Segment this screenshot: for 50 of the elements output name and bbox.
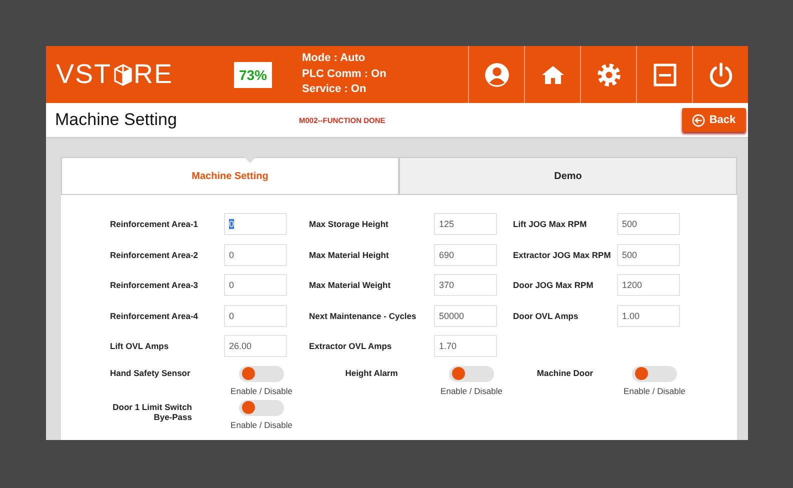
input-field[interactable]: 0 — [224, 274, 287, 296]
field-label: Door JOG Max RPM — [513, 280, 594, 290]
toggle-caption: Enable / Disable — [624, 386, 686, 396]
input-field[interactable]: 1200 — [617, 274, 680, 296]
field-label: Reinforcement Area-2 — [110, 250, 200, 260]
input-field[interactable]: 0 — [224, 244, 287, 266]
input-field[interactable]: 1.00 — [617, 304, 680, 327]
toggle-caption: Enable / Disable — [440, 386, 502, 396]
input-field[interactable]: 125 — [434, 213, 497, 236]
toggle-caption: Enable / Disable — [230, 420, 292, 430]
field-label: Max Material Weight — [309, 280, 392, 290]
field-label: Lift OVL Amps — [110, 341, 170, 352]
field-label: Door OVL Amps — [513, 310, 580, 321]
field-label: Next Maintenance - Cycles — [309, 310, 418, 321]
input-field[interactable]: 0 — [224, 304, 287, 327]
status-line: PLC Comm : On — [302, 66, 386, 82]
input-field[interactable]: 26.00 — [224, 335, 287, 358]
battery-level: 73% — [234, 62, 272, 88]
status-line: Service : On — [302, 82, 368, 98]
input-field[interactable]: 370 — [434, 274, 497, 296]
field-label: Reinforcement Area-4 — [110, 310, 200, 321]
field-label: Reinforcement Area-1 — [110, 219, 200, 230]
input-field[interactable]: 500 — [617, 213, 680, 236]
toggle-switch[interactable] — [239, 366, 284, 382]
input-field[interactable]: 500 — [617, 244, 680, 266]
toggle-switch[interactable] — [632, 366, 677, 382]
toggle-label: Machine Door — [536, 368, 594, 380]
toggle-switch[interactable] — [449, 366, 494, 382]
tab[interactable]: Machine Setting — [61, 157, 399, 195]
field-label: Max Storage Height — [309, 219, 390, 230]
field-label: Extractor OVL Amps — [309, 341, 393, 352]
toggle-caption: Enable / Disable — [230, 386, 292, 396]
input-field[interactable]: 690 — [434, 244, 497, 266]
field-label: Lift JOG Max RPM — [513, 219, 588, 230]
status-line: Mode : Auto — [302, 51, 366, 66]
toggle-label: Hand Safety Sensor — [110, 368, 190, 380]
field-label: Reinforcement Area-3 — [110, 280, 200, 290]
toggle-label: Height Alarm — [345, 368, 398, 380]
input-field[interactable]: 1.70 — [434, 335, 497, 358]
field-label: Extractor JOG Max RPM — [513, 250, 612, 260]
input-field[interactable]: 0 — [224, 213, 287, 236]
input-field[interactable]: 50000 — [434, 304, 497, 327]
toggle-switch[interactable] — [239, 400, 284, 416]
back-button[interactable]: Back — [682, 108, 746, 132]
back-arrow-icon — [692, 114, 706, 126]
logo: VST RE — [56, 59, 174, 90]
page-title: Machine Setting — [55, 110, 178, 130]
toggle-label: Door 1 Limit Switch Bye-Pass — [112, 402, 192, 424]
field-label: Max Material Height — [309, 250, 390, 260]
tab[interactable]: Demo — [399, 157, 737, 195]
